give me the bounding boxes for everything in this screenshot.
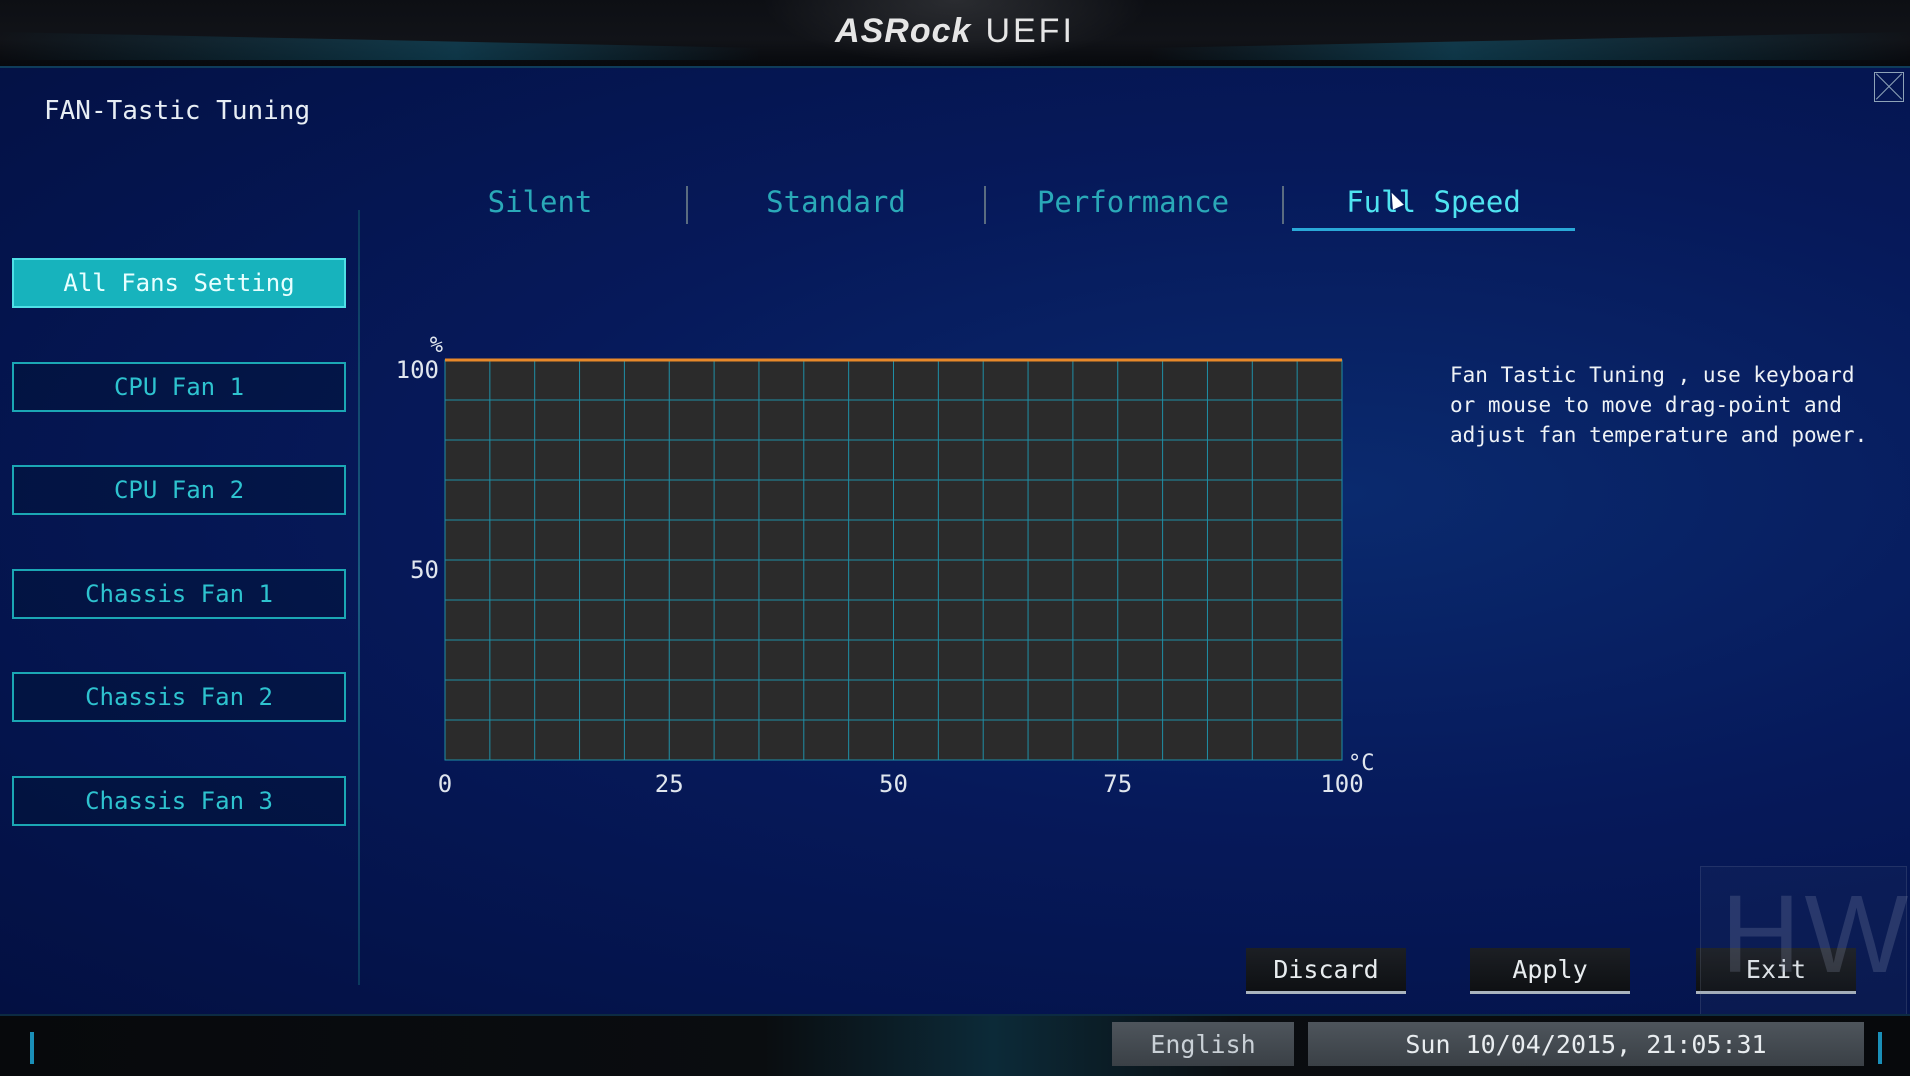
tab-separator [686, 186, 688, 224]
sidebar-item-chassis-fan-1[interactable]: Chassis Fan 1 [12, 569, 346, 619]
bottom-edge-right [1878, 1032, 1882, 1064]
tab-silent[interactable]: Silent [440, 180, 640, 224]
sidebar-item-cpu-fan-1[interactable]: CPU Fan 1 [12, 362, 346, 412]
tab-standard[interactable]: Standard [736, 180, 936, 224]
tab-performance[interactable]: Performance [1013, 180, 1253, 224]
y-axis-unit: % [430, 333, 443, 358]
x-tick-label: 0 [438, 770, 452, 798]
page-title: FAN-Tastic Tuning [44, 96, 311, 126]
x-tick-label: 25 [655, 770, 684, 798]
tab-separator [984, 186, 986, 224]
y-tick-label: 50 [410, 556, 439, 584]
help-text: Fan Tastic Tuning , use keyboard or mous… [1450, 363, 1868, 447]
active-tab-indicator [1292, 228, 1575, 231]
top-bar: ASRock UEFI [0, 0, 1910, 68]
tab-separator [1282, 186, 1284, 224]
date-time-display: Sun 10/04/2015, 21:05:31 [1308, 1022, 1864, 1066]
sidebar-item-chassis-fan-3[interactable]: Chassis Fan 3 [12, 776, 346, 826]
bottom-edge-left [30, 1032, 34, 1064]
sidebar-item-cpu-fan-2[interactable]: CPU Fan 2 [12, 465, 346, 515]
sidebar-item-all-fans-setting[interactable]: All Fans Setting [12, 258, 346, 308]
x-axis-unit: °C [1348, 751, 1375, 776]
x-tick-label: 50 [879, 770, 908, 798]
y-tick-label: 100 [396, 356, 439, 384]
fan-curve-chart[interactable]: 0 25 50 75 10010050%°C [380, 320, 1390, 800]
close-icon[interactable] [1874, 72, 1904, 102]
sidebar-divider [358, 210, 360, 985]
brand-product: UEFI [985, 12, 1075, 50]
x-tick-label: 75 [1103, 770, 1132, 798]
brand-logo: ASRock UEFI [0, 12, 1910, 51]
sidebar-item-chassis-fan-2[interactable]: Chassis Fan 2 [12, 672, 346, 722]
language-selector[interactable]: English [1112, 1022, 1294, 1066]
discard-button[interactable]: Discard [1246, 948, 1406, 994]
apply-button[interactable]: Apply [1470, 948, 1630, 994]
tab-full-speed[interactable]: Full Speed [1292, 180, 1575, 224]
brand-name: ASRock [835, 12, 972, 50]
